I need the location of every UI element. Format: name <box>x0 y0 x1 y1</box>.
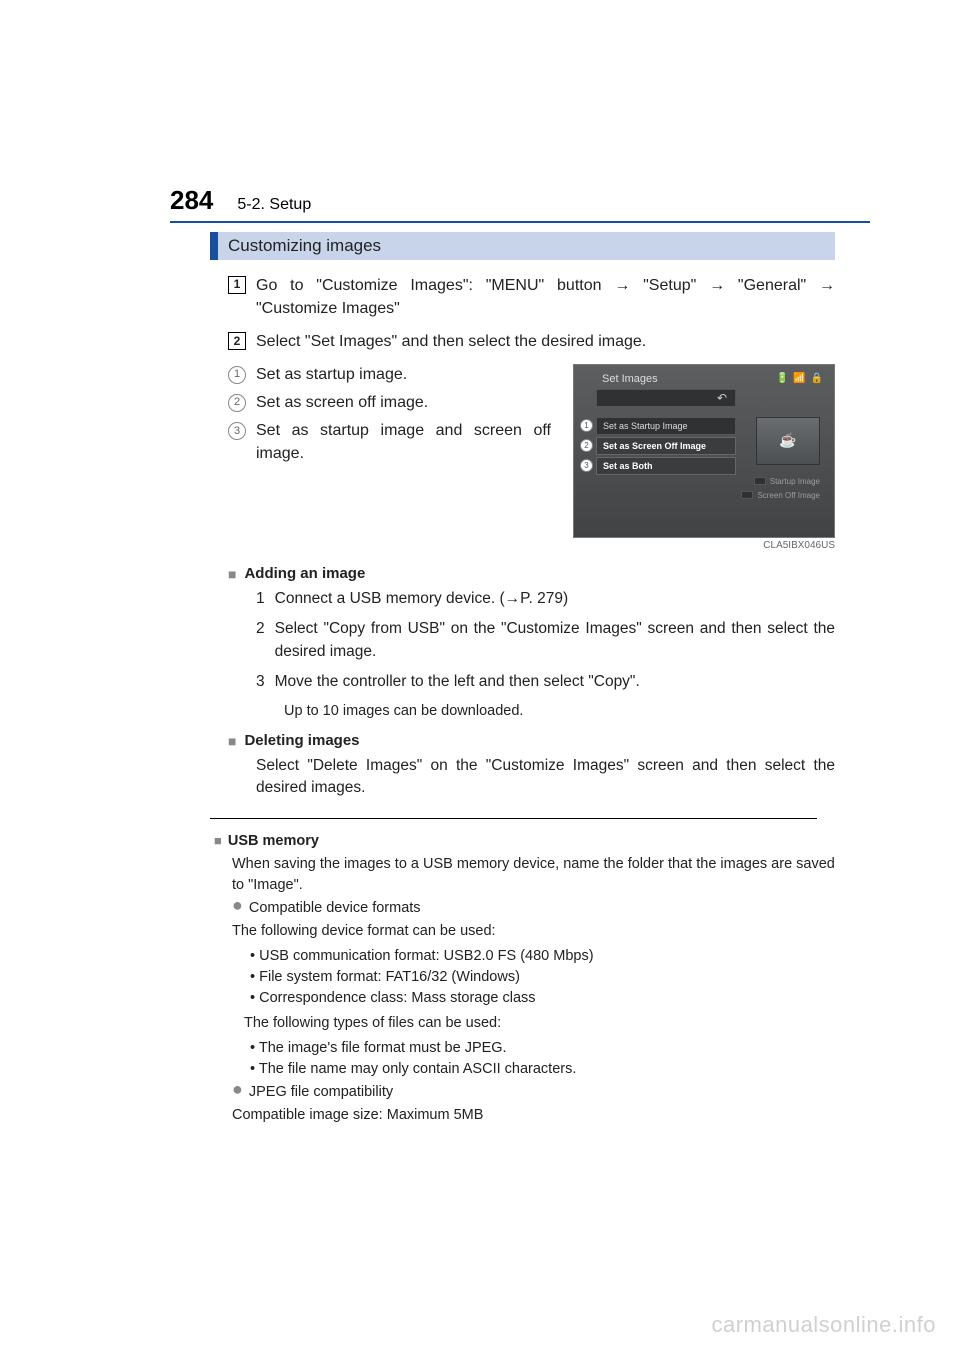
step-1-text-a: Go to "Customize Images": "MENU" button <box>256 277 614 294</box>
page-header: 284 5-2. Setup <box>170 185 870 223</box>
option-2: 2 Set as screen off image. <box>228 392 551 420</box>
circle-number-icon: 3 <box>228 422 246 440</box>
screen-row-1: Set as Startup Image <box>596 417 736 435</box>
adding-step-2-text: Select "Copy from USB" on the "Customize… <box>275 618 835 663</box>
step-number-icon: 1 <box>228 276 246 294</box>
page-number: 284 <box>170 185 213 216</box>
adding-heading-text: Adding an image <box>244 565 365 582</box>
usb-device-1: USB communication format: USB2.0 FS (480… <box>250 946 835 967</box>
adding-step-3: 3 Move the controller to the left and th… <box>210 671 835 701</box>
preview-thumbnail: ☕ <box>756 417 820 465</box>
usb-device-2: File system format: FAT16/32 (Windows) <box>250 967 835 988</box>
step-number-icon: 3 <box>256 671 265 693</box>
circle-number-icon: 1 <box>228 366 246 384</box>
usb-file-2: The file name may only contain ASCII cha… <box>250 1059 835 1080</box>
arrow-icon: → <box>709 277 738 294</box>
callout-3-icon: 3 <box>580 459 593 472</box>
step-number-icon: 2 <box>256 618 265 663</box>
arrow-icon: → <box>614 277 643 294</box>
option-1: 1 Set as startup image. <box>228 364 551 392</box>
usb-jpeg-heading: JPEG file compatibility <box>249 1082 393 1103</box>
step-1-text-c: "General" <box>738 277 819 294</box>
square-bullet-icon: ■ <box>228 733 236 749</box>
arrow-icon: → <box>505 590 521 607</box>
callout-2-icon: 2 <box>580 439 593 452</box>
square-bullet-icon: ■ <box>214 832 222 851</box>
screenshot-figure: Set Images 🔋 📶 🔒 ↶ 1 2 3 Set as Startup … <box>573 364 835 551</box>
adding-step-1: 1 Connect a USB memory device. (→P. 279) <box>210 588 835 618</box>
bullet-icon: ● <box>232 898 243 919</box>
step-1-text-b: "Setup" <box>643 277 709 294</box>
usb-section: ■ USB memory When saving the images to a… <box>210 831 835 1128</box>
step-number-icon: 2 <box>228 332 246 350</box>
adding-step-1a: Connect a USB memory device. ( <box>275 590 505 607</box>
option-3: 3 Set as startup image and screen off im… <box>228 420 551 471</box>
watermark: carmanualsonline.info <box>711 1312 936 1338</box>
bullet-icon: ● <box>232 1082 243 1103</box>
option-3-label: Set as startup image and screen off imag… <box>256 420 551 465</box>
status-icons: 🔋 📶 🔒 <box>776 373 824 384</box>
step-2: 2 Select "Set Images" and then select th… <box>210 330 835 363</box>
deleting-body: Select "Delete Images" on the "Customize… <box>210 755 835 810</box>
adding-step-2: 2 Select "Copy from USB" on the "Customi… <box>210 618 835 671</box>
usb-compat-intro: The following device format can be used: <box>214 919 835 944</box>
step-2-text: Select "Set Images" and then select the … <box>256 330 646 353</box>
image-code: CLA5IBX046US <box>573 538 835 551</box>
legend-screenoff: Screen Off Image <box>741 491 820 500</box>
divider <box>210 818 817 819</box>
square-bullet-icon: ■ <box>228 566 236 582</box>
screen-row-3: Set as Both <box>596 457 736 475</box>
deleting-heading: ■ Deleting images <box>210 730 835 755</box>
legend-startup: Startup Image <box>754 477 820 486</box>
chapter-label: 5-2. Setup <box>237 196 311 214</box>
usb-heading: USB memory <box>228 831 319 852</box>
usb-intro: When saving the images to a USB memory d… <box>214 852 835 898</box>
step-number-icon: 1 <box>256 588 265 610</box>
circle-number-icon: 2 <box>228 394 246 412</box>
option-1-label: Set as startup image. <box>256 364 407 386</box>
section-title: Customizing images <box>210 232 835 260</box>
usb-device-3: Correspondence class: Mass storage class <box>250 988 835 1009</box>
adding-step-1b: P. 279) <box>520 590 568 607</box>
usb-compat-heading: Compatible device formats <box>249 898 421 919</box>
screen-title: Set Images <box>602 373 658 385</box>
callout-1-icon: 1 <box>580 419 593 432</box>
usb-file-1: The image's file format must be JPEG. <box>250 1038 835 1059</box>
adding-step-3-text: Move the controller to the left and then… <box>275 671 640 693</box>
adding-heading: ■ Adding an image <box>210 563 835 588</box>
screen-row-2: Set as Screen Off Image <box>596 437 736 455</box>
usb-file-intro: The following types of files can be used… <box>214 1011 835 1036</box>
usb-jpeg-body: Compatible image size: Maximum 5MB <box>214 1103 835 1128</box>
step-1-text-d: "Customize Images" <box>256 300 400 317</box>
adding-note: Up to 10 images can be downloaded. <box>210 701 835 729</box>
arrow-icon: → <box>819 277 835 294</box>
option-2-label: Set as screen off image. <box>256 392 428 414</box>
deleting-heading-text: Deleting images <box>244 732 359 749</box>
back-icon: ↶ <box>596 389 736 407</box>
step-1: 1 Go to "Customize Images": "MENU" butto… <box>210 274 835 330</box>
